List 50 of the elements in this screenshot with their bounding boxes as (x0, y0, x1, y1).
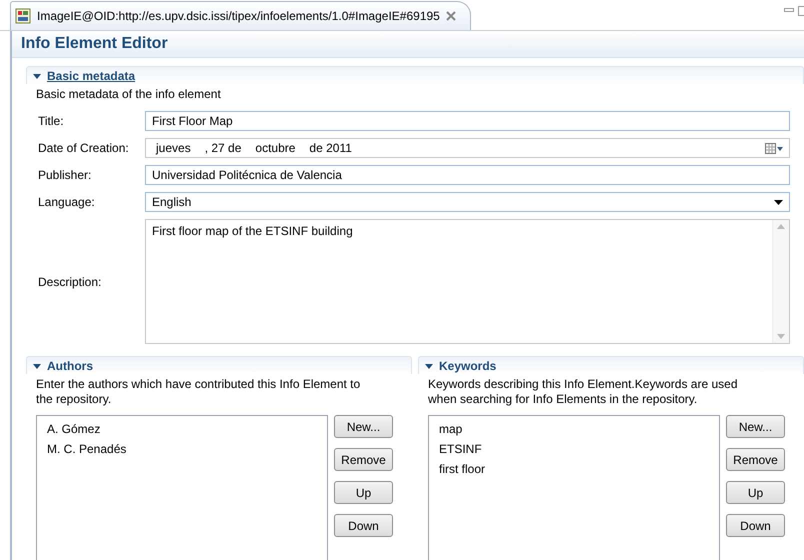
scroll-down-icon[interactable] (777, 334, 785, 339)
section-description: Enter the authors which have contributed this Info Element to the repository. (35, 376, 362, 407)
section-header[interactable]: Keywords (418, 356, 804, 374)
item-list[interactable]: map ETSINF first floor (428, 415, 720, 560)
list-item[interactable]: A. Gómez (37, 420, 327, 438)
list-item[interactable]: M. C. Penadés (37, 440, 327, 458)
field-label: Publisher: (38, 168, 92, 182)
section-description: Keywords describing this Info Element.Keywords are used when searching for Info Elements in the repository. (427, 376, 738, 407)
list-button[interactable]: Up (334, 481, 393, 504)
image-file-icon (15, 8, 31, 24)
expand-triangle-icon[interactable] (33, 72, 41, 80)
list-button[interactable]: Up (726, 481, 785, 504)
date-value: jueves , 27 de octubre de 2011 (154, 141, 353, 155)
list-button[interactable]: New... (334, 415, 393, 438)
calendar-dropdown-icon[interactable] (765, 142, 783, 154)
dropdown-arrow-icon (774, 200, 783, 204)
field-label: Date of Creation: (38, 141, 130, 155)
list-item[interactable]: map (429, 420, 719, 438)
maximize-icon[interactable] (798, 6, 804, 16)
field-label: Description: (38, 274, 102, 288)
tab-title: ImageIE@OID:http://es.upv.dsic.issi/tipex/infoelements/1.0#ImageIE#69195 (37, 9, 440, 23)
list-button[interactable]: Remove (726, 448, 785, 471)
editor-title: Info Element Editor (21, 35, 168, 53)
text-field[interactable]: First Floor Map (145, 111, 790, 131)
close-icon[interactable] (446, 11, 456, 21)
expand-triangle-icon[interactable] (425, 362, 433, 370)
text-field[interactable]: Universidad Politécnica de Valencia (145, 165, 790, 185)
list-button[interactable]: Down (726, 514, 785, 537)
scrollbar[interactable] (772, 220, 789, 343)
list-item[interactable]: ETSINF (429, 440, 719, 458)
section-title[interactable]: Basic metadata (47, 68, 136, 82)
section-title[interactable]: Authors (47, 358, 93, 372)
field-label: Title: (38, 114, 65, 128)
minimize-icon[interactable] (784, 6, 794, 14)
language-dropdown[interactable]: English (145, 192, 790, 212)
section-header[interactable]: Basic metadata (26, 66, 804, 84)
editor-tab[interactable]: ImageIE@OID:http://es.upv.dsic.issi/tipex/infoelements/1.0#ImageIE#69195 (10, 1, 471, 30)
scroll-up-icon[interactable] (777, 224, 785, 229)
section-title[interactable]: Keywords (439, 358, 496, 372)
section-header[interactable]: Authors (26, 356, 412, 374)
date-field[interactable]: jueves , 27 de octubre de 2011 (145, 138, 790, 158)
list-button[interactable]: New... (726, 415, 785, 438)
list-item[interactable]: first floor (429, 460, 719, 478)
expand-triangle-icon[interactable] (33, 362, 41, 370)
section-description: Basic metadata of the info element (35, 86, 222, 102)
list-button[interactable]: Remove (334, 448, 393, 471)
description-field[interactable]: First floor map of the ETSINF building (145, 219, 790, 344)
field-label: Language: (38, 195, 96, 209)
list-button[interactable]: Down (334, 514, 393, 537)
item-list[interactable]: A. Gómez M. C. Penadés (36, 415, 328, 560)
